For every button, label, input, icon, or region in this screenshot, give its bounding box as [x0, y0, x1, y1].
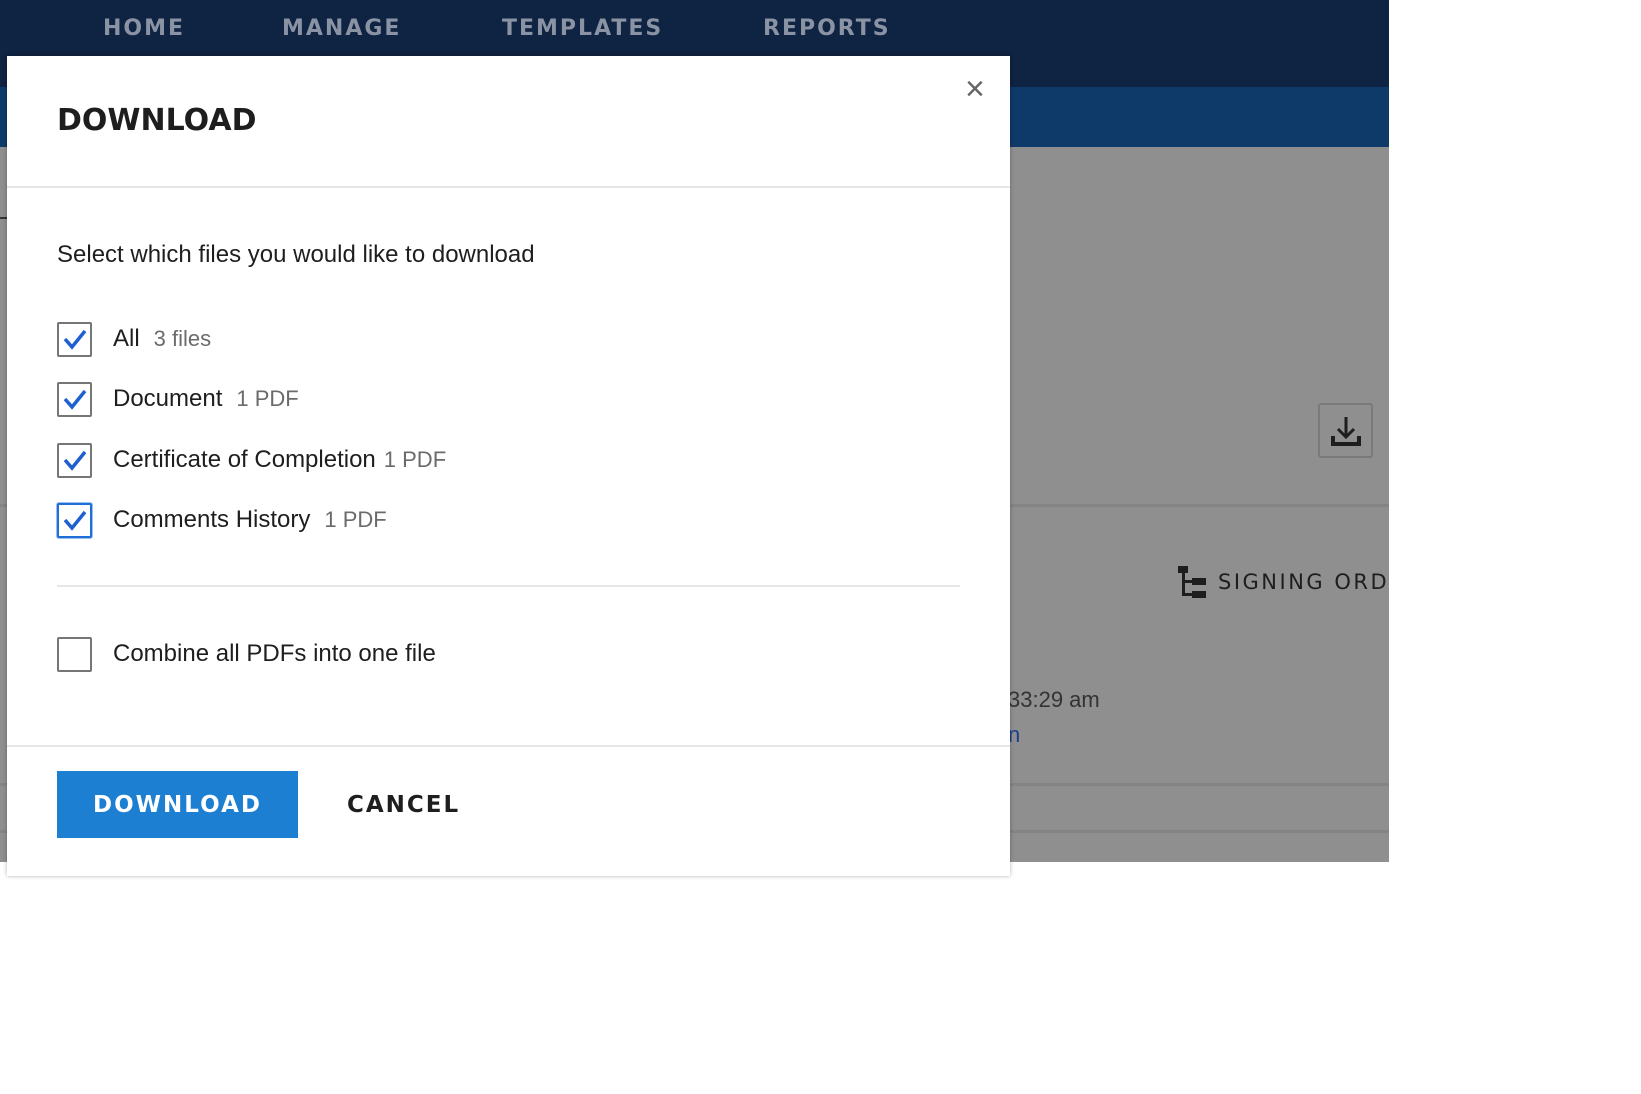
cancel-button[interactable]: CANCEL — [347, 771, 460, 838]
option-all[interactable]: All 3 files — [57, 321, 211, 357]
nav-home[interactable]: HOME — [103, 16, 185, 41]
option-label: Combine all PDFs into one file — [113, 640, 436, 667]
divider — [57, 585, 960, 587]
signing-order-label: SIGNING ORD — [1218, 570, 1389, 594]
option-label: All — [113, 325, 140, 352]
option-certificate[interactable]: Certificate of Completion 1 PDF — [57, 442, 446, 478]
option-label: Comments History — [113, 506, 311, 533]
nav-reports[interactable]: REPORTS — [763, 16, 891, 41]
checkbox-certificate[interactable] — [57, 442, 92, 478]
close-icon[interactable]: × — [965, 72, 985, 106]
download-icon — [1330, 416, 1361, 446]
checkbox-combine[interactable] — [57, 636, 92, 672]
nav-templates[interactable]: TEMPLATES — [502, 16, 663, 41]
option-meta: 3 files — [153, 326, 212, 351]
dialog-subtitle: Select which files you would like to dow… — [57, 241, 535, 268]
divider — [7, 745, 1010, 747]
dialog-title: DOWNLOAD — [57, 103, 257, 138]
option-meta: 1 PDF — [236, 386, 299, 411]
nav-manage[interactable]: MANAGE — [282, 16, 401, 41]
option-document[interactable]: Document 1 PDF — [57, 381, 299, 417]
check-icon — [63, 329, 86, 350]
check-icon — [63, 450, 86, 471]
signing-order-icon — [1178, 566, 1206, 598]
download-icon-button[interactable] — [1318, 403, 1373, 458]
checkbox-comments-history[interactable] — [57, 502, 92, 538]
checkbox-document[interactable] — [57, 381, 92, 417]
checkbox-all[interactable] — [57, 321, 92, 357]
option-meta: 1 PDF — [324, 507, 387, 532]
timestamp: 33:29 am — [1008, 687, 1100, 712]
option-meta: 1 PDF — [383, 447, 447, 472]
check-icon — [63, 510, 86, 531]
divider — [7, 186, 1010, 188]
option-combine[interactable]: Combine all PDFs into one file — [57, 636, 450, 672]
option-comments-history[interactable]: Comments History 1 PDF — [57, 502, 387, 538]
download-dialog: DOWNLOAD × Select which files you would … — [7, 56, 1010, 876]
divider — [0, 217, 7, 219]
option-label: Document — [113, 385, 223, 412]
option-label: Certificate of Completion — [113, 446, 376, 473]
check-icon — [63, 389, 86, 410]
download-button[interactable]: DOWNLOAD — [57, 771, 298, 838]
signing-order-button[interactable]: SIGNING ORD — [1178, 566, 1389, 598]
